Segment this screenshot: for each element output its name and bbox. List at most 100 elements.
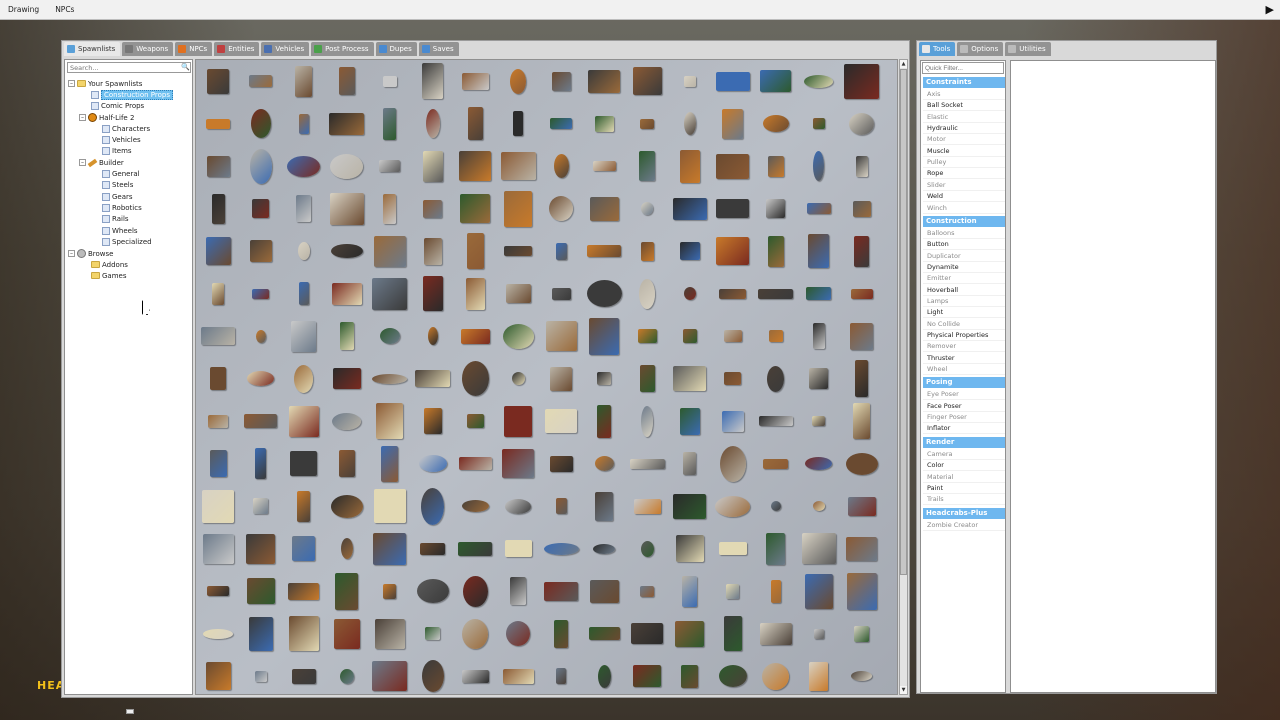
- prop-spawn-icon[interactable]: [327, 188, 367, 230]
- prop-spawn-icon[interactable]: [327, 315, 367, 357]
- prop-spawn-icon[interactable]: [413, 528, 453, 570]
- prop-spawn-icon[interactable]: [756, 230, 796, 272]
- prop-spawn-icon[interactable]: [370, 655, 410, 694]
- tool-item[interactable]: Thruster: [923, 353, 1005, 364]
- prop-spawn-icon[interactable]: [413, 103, 453, 145]
- prop-spawn-icon[interactable]: [498, 145, 538, 187]
- prop-spawn-icon[interactable]: [670, 60, 710, 102]
- prop-spawn-icon[interactable]: [842, 145, 882, 187]
- collapse-icon[interactable]: –: [79, 159, 86, 166]
- prop-spawn-icon[interactable]: [327, 528, 367, 570]
- scroll-thumb[interactable]: [900, 69, 907, 575]
- tree-robotics[interactable]: Robotics: [102, 202, 142, 213]
- prop-spawn-icon[interactable]: [241, 273, 281, 315]
- prop-spawn-icon[interactable]: [670, 358, 710, 400]
- collapse-icon[interactable]: –: [79, 114, 86, 121]
- prop-spawn-icon[interactable]: [413, 443, 453, 485]
- tree-wheels[interactable]: Wheels: [102, 225, 138, 236]
- tree-general[interactable]: General: [102, 168, 140, 179]
- tool-item[interactable]: Button: [923, 239, 1005, 251]
- tree-builder[interactable]: – Builder: [79, 157, 124, 168]
- prop-spawn-icon[interactable]: [713, 528, 753, 570]
- prop-spawn-icon[interactable]: [241, 145, 281, 187]
- tab-entities[interactable]: Entities: [214, 42, 260, 56]
- prop-spawn-icon[interactable]: [842, 60, 882, 102]
- prop-spawn-icon[interactable]: [842, 400, 882, 442]
- prop-spawn-icon[interactable]: [284, 443, 324, 485]
- tree-games[interactable]: Games: [91, 270, 127, 281]
- tool-item[interactable]: Slider: [923, 180, 1005, 191]
- prop-spawn-icon[interactable]: [498, 315, 538, 357]
- prop-spawn-icon[interactable]: [713, 188, 753, 230]
- prop-spawn-icon[interactable]: [799, 188, 839, 230]
- tree-items[interactable]: Items: [102, 145, 132, 156]
- search-input[interactable]: [67, 62, 191, 73]
- prop-spawn-icon[interactable]: [541, 613, 581, 655]
- tool-item[interactable]: Dynamite: [923, 262, 1005, 273]
- prop-spawn-icon[interactable]: [498, 528, 538, 570]
- prop-spawn-icon[interactable]: [498, 485, 538, 527]
- prop-spawn-icon[interactable]: [627, 188, 667, 230]
- prop-spawn-icon[interactable]: [756, 613, 796, 655]
- prop-spawn-icon[interactable]: [799, 570, 839, 612]
- prop-spawn-icon[interactable]: [756, 655, 796, 694]
- prop-spawn-icon[interactable]: [713, 103, 753, 145]
- prop-spawn-icon[interactable]: [670, 188, 710, 230]
- prop-spawn-icon[interactable]: [498, 188, 538, 230]
- prop-spawn-icon[interactable]: [713, 230, 753, 272]
- prop-spawn-icon[interactable]: [241, 400, 281, 442]
- prop-spawn-icon[interactable]: [413, 315, 453, 357]
- prop-spawn-icon[interactable]: [584, 145, 624, 187]
- prop-spawn-icon[interactable]: [455, 358, 495, 400]
- prop-spawn-icon[interactable]: [498, 273, 538, 315]
- prop-spawn-icon[interactable]: [327, 145, 367, 187]
- tool-item[interactable]: Paint: [923, 483, 1005, 494]
- quick-filter-input[interactable]: [922, 62, 1004, 74]
- prop-spawn-icon[interactable]: [284, 358, 324, 400]
- prop-spawn-icon[interactable]: [541, 358, 581, 400]
- tab-tools[interactable]: Tools: [919, 42, 956, 56]
- tool-item[interactable]: Material: [923, 472, 1005, 483]
- tab-utilities[interactable]: Utilities: [1005, 42, 1051, 56]
- prop-spawn-icon[interactable]: [584, 613, 624, 655]
- prop-spawn-icon[interactable]: [756, 145, 796, 187]
- tool-item[interactable]: Zombie Creator: [923, 520, 1005, 531]
- prop-spawn-icon[interactable]: [498, 443, 538, 485]
- prop-spawn-icon[interactable]: [670, 528, 710, 570]
- prop-spawn-icon[interactable]: [455, 613, 495, 655]
- tool-item[interactable]: Weld: [923, 191, 1005, 203]
- prop-spawn-icon[interactable]: [670, 273, 710, 315]
- prop-spawn-icon[interactable]: [455, 443, 495, 485]
- prop-spawn-icon[interactable]: [327, 443, 367, 485]
- prop-spawn-icon[interactable]: [198, 613, 238, 655]
- prop-spawn-icon[interactable]: [584, 103, 624, 145]
- prop-spawn-icon[interactable]: [327, 613, 367, 655]
- prop-spawn-icon[interactable]: [327, 273, 367, 315]
- tool-item[interactable]: Pulley: [923, 157, 1005, 169]
- prop-spawn-icon[interactable]: [241, 528, 281, 570]
- prop-spawn-icon[interactable]: [498, 60, 538, 102]
- prop-spawn-icon[interactable]: [713, 570, 753, 612]
- scroll-up-icon[interactable]: ▲: [900, 60, 907, 68]
- prop-spawn-icon[interactable]: [713, 273, 753, 315]
- prop-spawn-icon[interactable]: [498, 570, 538, 612]
- prop-spawn-icon[interactable]: [584, 60, 624, 102]
- prop-spawn-icon[interactable]: [370, 60, 410, 102]
- prop-spawn-icon[interactable]: [284, 273, 324, 315]
- prop-spawn-icon[interactable]: [455, 570, 495, 612]
- prop-spawn-icon[interactable]: [541, 570, 581, 612]
- prop-spawn-icon[interactable]: [327, 358, 367, 400]
- prop-spawn-icon[interactable]: [413, 145, 453, 187]
- prop-spawn-icon[interactable]: [842, 485, 882, 527]
- prop-spawn-icon[interactable]: [799, 528, 839, 570]
- prop-spawn-icon[interactable]: [670, 145, 710, 187]
- prop-spawn-icon[interactable]: [799, 655, 839, 694]
- prop-spawn-icon[interactable]: [241, 443, 281, 485]
- prop-spawn-icon[interactable]: [670, 230, 710, 272]
- prop-spawn-icon[interactable]: [370, 400, 410, 442]
- prop-spawn-icon[interactable]: [455, 400, 495, 442]
- prop-spawn-icon[interactable]: [284, 315, 324, 357]
- prop-spawn-icon[interactable]: [756, 570, 796, 612]
- prop-spawn-icon[interactable]: [584, 570, 624, 612]
- prop-spawn-icon[interactable]: [198, 443, 238, 485]
